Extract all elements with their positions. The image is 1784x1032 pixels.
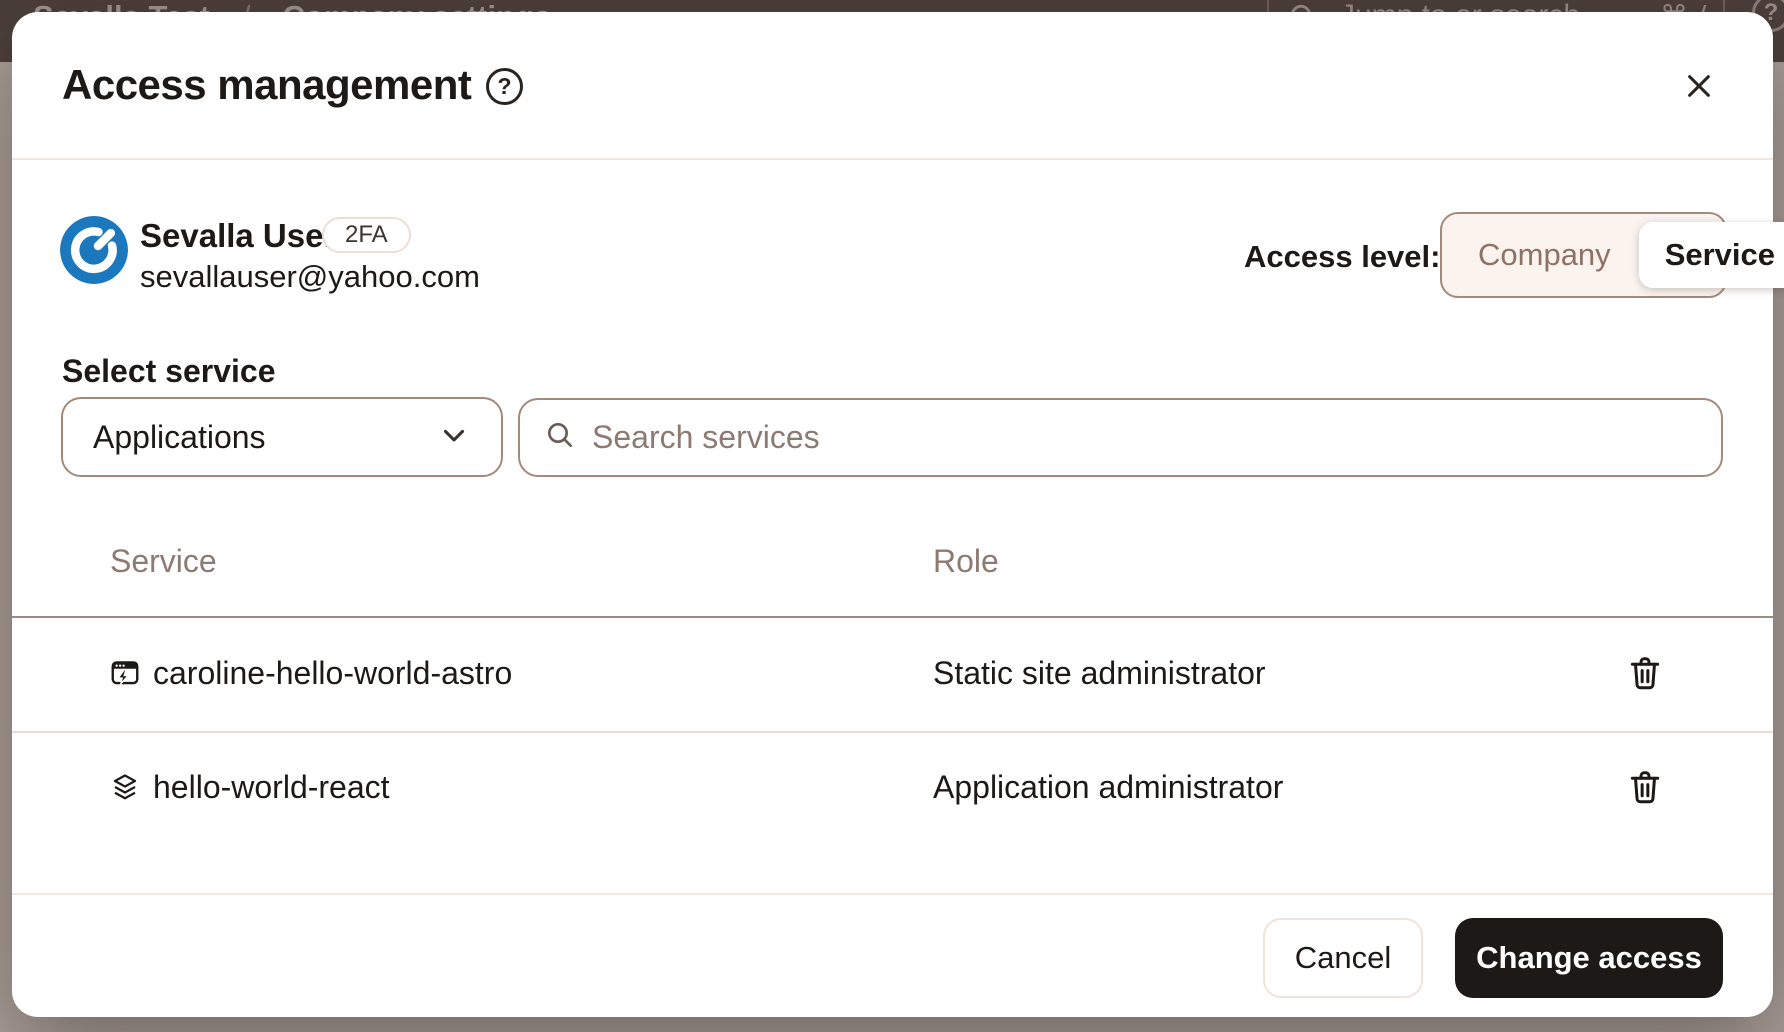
toggle-option-company[interactable]: Company	[1450, 237, 1639, 273]
search-services-box	[518, 398, 1723, 477]
cancel-button[interactable]: Cancel	[1263, 918, 1423, 998]
layers-icon	[110, 772, 140, 802]
dialog-header: Access management ?	[12, 12, 1773, 158]
column-header-role: Role	[933, 543, 999, 579]
dropdown-value: Applications	[93, 419, 266, 456]
table-row-service: hello-world-react	[153, 769, 390, 805]
user-email: sevallauser@yahoo.com	[140, 259, 480, 295]
trash-icon[interactable]	[1624, 652, 1666, 694]
footer-divider	[12, 893, 1773, 895]
table-header-divider	[12, 616, 1773, 618]
static-site-icon	[110, 658, 140, 688]
select-service-label: Select service	[62, 353, 276, 389]
access-management-dialog: Access management ? Sevalla User 2FA sev…	[12, 12, 1773, 1017]
table-row-role: Static site administrator	[933, 655, 1266, 691]
access-level-toggle: Company Service	[1440, 212, 1727, 298]
two-factor-badge: 2FA	[322, 217, 411, 253]
close-icon[interactable]	[1676, 63, 1722, 109]
toggle-option-service[interactable]: Service	[1639, 222, 1784, 288]
avatar	[60, 216, 128, 284]
table-row-service: caroline-hello-world-astro	[153, 655, 512, 691]
trash-icon[interactable]	[1624, 766, 1666, 808]
help-icon[interactable]: ?	[486, 68, 523, 105]
screen: Sevalla Test / Company settings Jump to …	[0, 0, 1784, 1032]
access-level-label: Access level:	[1244, 240, 1440, 274]
table-row-divider	[12, 731, 1773, 733]
service-type-dropdown[interactable]: Applications	[61, 397, 503, 477]
table-row-role: Application administrator	[933, 769, 1283, 805]
user-name: Sevalla User	[140, 218, 336, 254]
dialog-title: Access management	[62, 62, 471, 108]
header-divider	[12, 158, 1773, 160]
search-services-input[interactable]	[590, 418, 1697, 457]
column-header-service: Service	[110, 543, 217, 579]
search-icon	[544, 419, 576, 456]
change-access-button[interactable]: Change access	[1455, 918, 1723, 998]
chevron-down-icon	[437, 418, 471, 457]
